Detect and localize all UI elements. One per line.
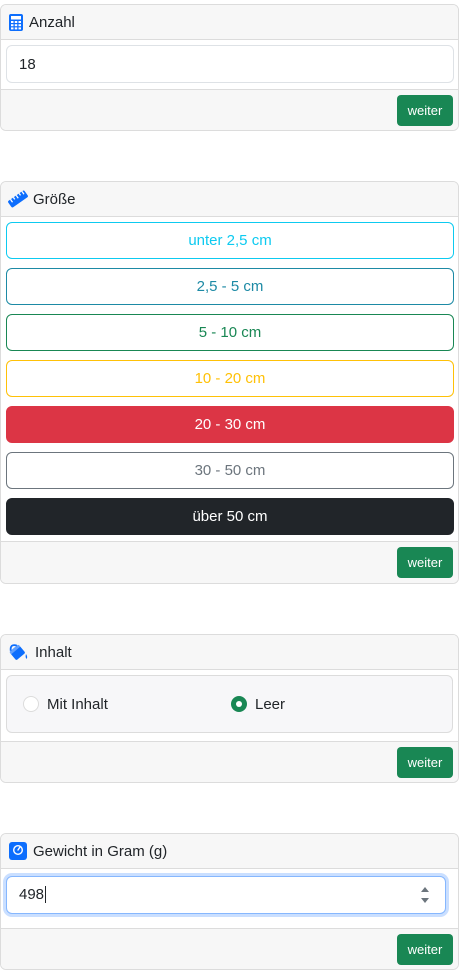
gewicht-next-button[interactable]: weiter	[397, 934, 453, 965]
radio-mit-inhalt-circle[interactable]	[23, 696, 39, 712]
gewicht-title: Gewicht in Gram (g)	[33, 842, 168, 860]
anzahl-footer: weiter	[1, 89, 458, 130]
radio-leer[interactable]: Leer	[231, 696, 285, 713]
inhalt-card: Inhalt Mit Inhalt Leer weiter	[0, 634, 459, 783]
ruler-icon	[7, 190, 29, 208]
groesse-title: Größe	[33, 190, 76, 208]
calculator-icon	[7, 13, 25, 31]
anzahl-body	[1, 40, 458, 89]
inhalt-footer: weiter	[1, 741, 458, 782]
inhalt-body: Mit Inhalt Leer	[1, 670, 458, 741]
anzahl-next-button[interactable]: weiter	[397, 94, 453, 126]
inhalt-header: Inhalt	[1, 635, 458, 670]
gewicht-value-text: 498	[19, 886, 45, 903]
anzahl-header: Anzahl	[1, 5, 458, 40]
gewicht-header: Gewicht in Gram (g)	[1, 834, 458, 869]
radio-leer-label: Leer	[255, 695, 286, 713]
number-spinner[interactable]	[421, 885, 431, 905]
size-option-10-20[interactable]: 10 - 20 cm	[6, 360, 454, 397]
groesse-options: unter 2,5 cm 2,5 - 5 cm 5 - 10 cm 10 - 2…	[1, 217, 458, 541]
radio-mit-inhalt[interactable]: Mit Inhalt	[23, 696, 231, 713]
gewicht-footer: weiter	[1, 928, 458, 969]
size-option-5-10[interactable]: 5 - 10 cm	[6, 314, 454, 351]
size-option-2-5-5[interactable]: 2,5 - 5 cm	[6, 268, 454, 305]
groesse-next-button[interactable]: weiter	[397, 547, 453, 578]
inhalt-radio-group: Mit Inhalt Leer	[6, 675, 453, 733]
groesse-footer: weiter	[1, 541, 458, 583]
inhalt-next-button[interactable]: weiter	[397, 747, 453, 778]
groesse-card: Größe unter 2,5 cm 2,5 - 5 cm 5 - 10 cm …	[0, 181, 459, 584]
gewicht-input[interactable]: 498	[6, 876, 446, 914]
gewicht-value: 498	[19, 877, 47, 913]
spinner-up-icon[interactable]	[421, 887, 429, 892]
scale-icon	[7, 842, 29, 860]
size-option-30-50[interactable]: 30 - 50 cm	[6, 452, 454, 489]
radio-mit-inhalt-label: Mit Inhalt	[47, 695, 108, 713]
radio-leer-circle[interactable]	[231, 696, 247, 712]
size-option-ueber-50[interactable]: über 50 cm	[6, 498, 454, 535]
anzahl-input[interactable]	[6, 45, 454, 83]
size-option-unter-2-5[interactable]: unter 2,5 cm	[6, 222, 454, 259]
groesse-header: Größe	[1, 182, 458, 217]
paint-bucket-icon	[7, 643, 31, 661]
gewicht-body: 498	[1, 869, 458, 928]
size-option-20-30[interactable]: 20 - 30 cm	[6, 406, 454, 443]
inhalt-title: Inhalt	[35, 643, 72, 661]
spinner-down-icon[interactable]	[421, 898, 429, 903]
text-cursor	[45, 885, 47, 903]
anzahl-card: Anzahl weiter	[0, 4, 459, 131]
anzahl-title: Anzahl	[29, 13, 75, 31]
gewicht-card: Gewicht in Gram (g) 498 weiter	[0, 833, 459, 970]
